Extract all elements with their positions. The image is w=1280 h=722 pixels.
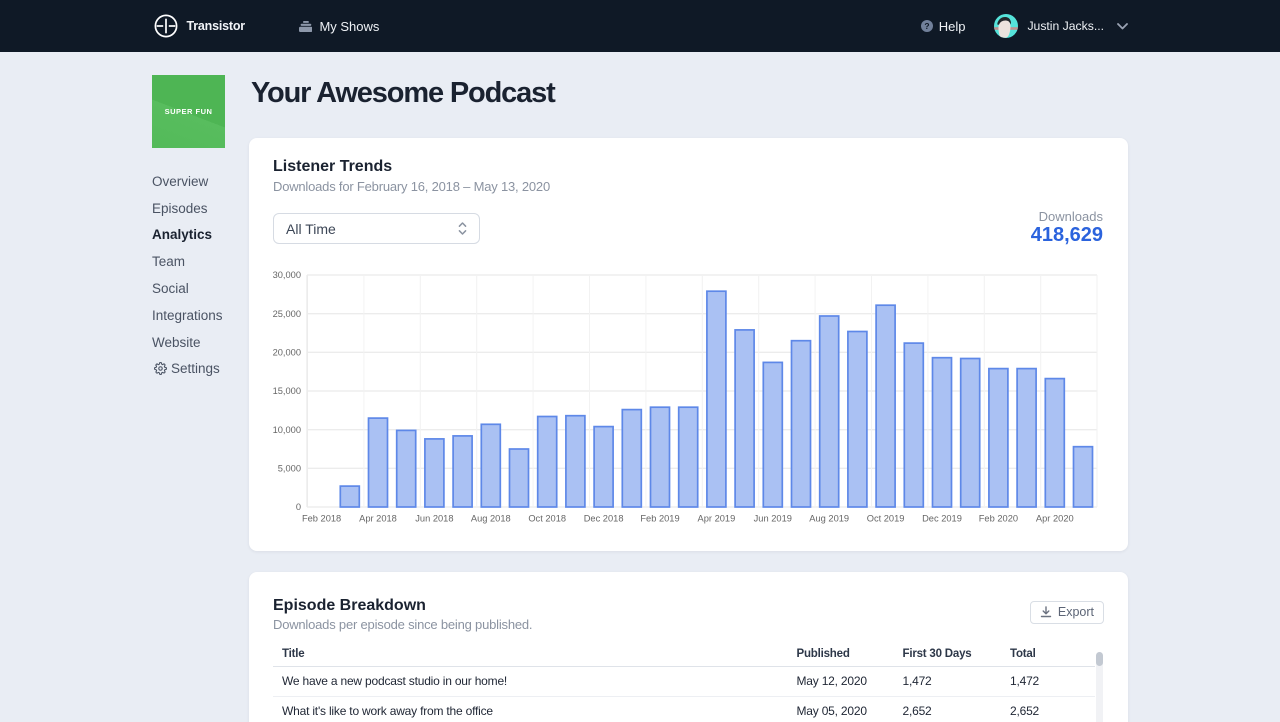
svg-text:Apr 2019: Apr 2019 xyxy=(698,514,736,524)
svg-text:Apr 2018: Apr 2018 xyxy=(359,514,397,524)
svg-text:15,000: 15,000 xyxy=(273,386,301,396)
svg-text:20,000: 20,000 xyxy=(273,348,301,358)
svg-text:0: 0 xyxy=(296,502,301,512)
svg-text:Dec 2019: Dec 2019 xyxy=(922,514,962,524)
svg-text:10,000: 10,000 xyxy=(273,425,301,435)
svg-text:Oct 2019: Oct 2019 xyxy=(867,514,905,524)
svg-text:Feb 2019: Feb 2019 xyxy=(640,514,679,524)
svg-text:Feb 2018: Feb 2018 xyxy=(302,514,341,524)
svg-text:Apr 2020: Apr 2020 xyxy=(1036,514,1074,524)
svg-text:25,000: 25,000 xyxy=(273,309,301,319)
svg-text:30,000: 30,000 xyxy=(273,270,301,280)
svg-text:Oct 2018: Oct 2018 xyxy=(528,514,566,524)
svg-text:Aug 2019: Aug 2019 xyxy=(809,514,849,524)
svg-text:Feb 2020: Feb 2020 xyxy=(979,514,1018,524)
svg-text:Aug 2018: Aug 2018 xyxy=(471,514,511,524)
svg-text:5,000: 5,000 xyxy=(278,464,301,474)
svg-text:Jun 2018: Jun 2018 xyxy=(415,514,453,524)
svg-text:Dec 2018: Dec 2018 xyxy=(584,514,624,524)
svg-text:Jun 2019: Jun 2019 xyxy=(754,514,792,524)
svg-text:?: ? xyxy=(924,21,929,31)
